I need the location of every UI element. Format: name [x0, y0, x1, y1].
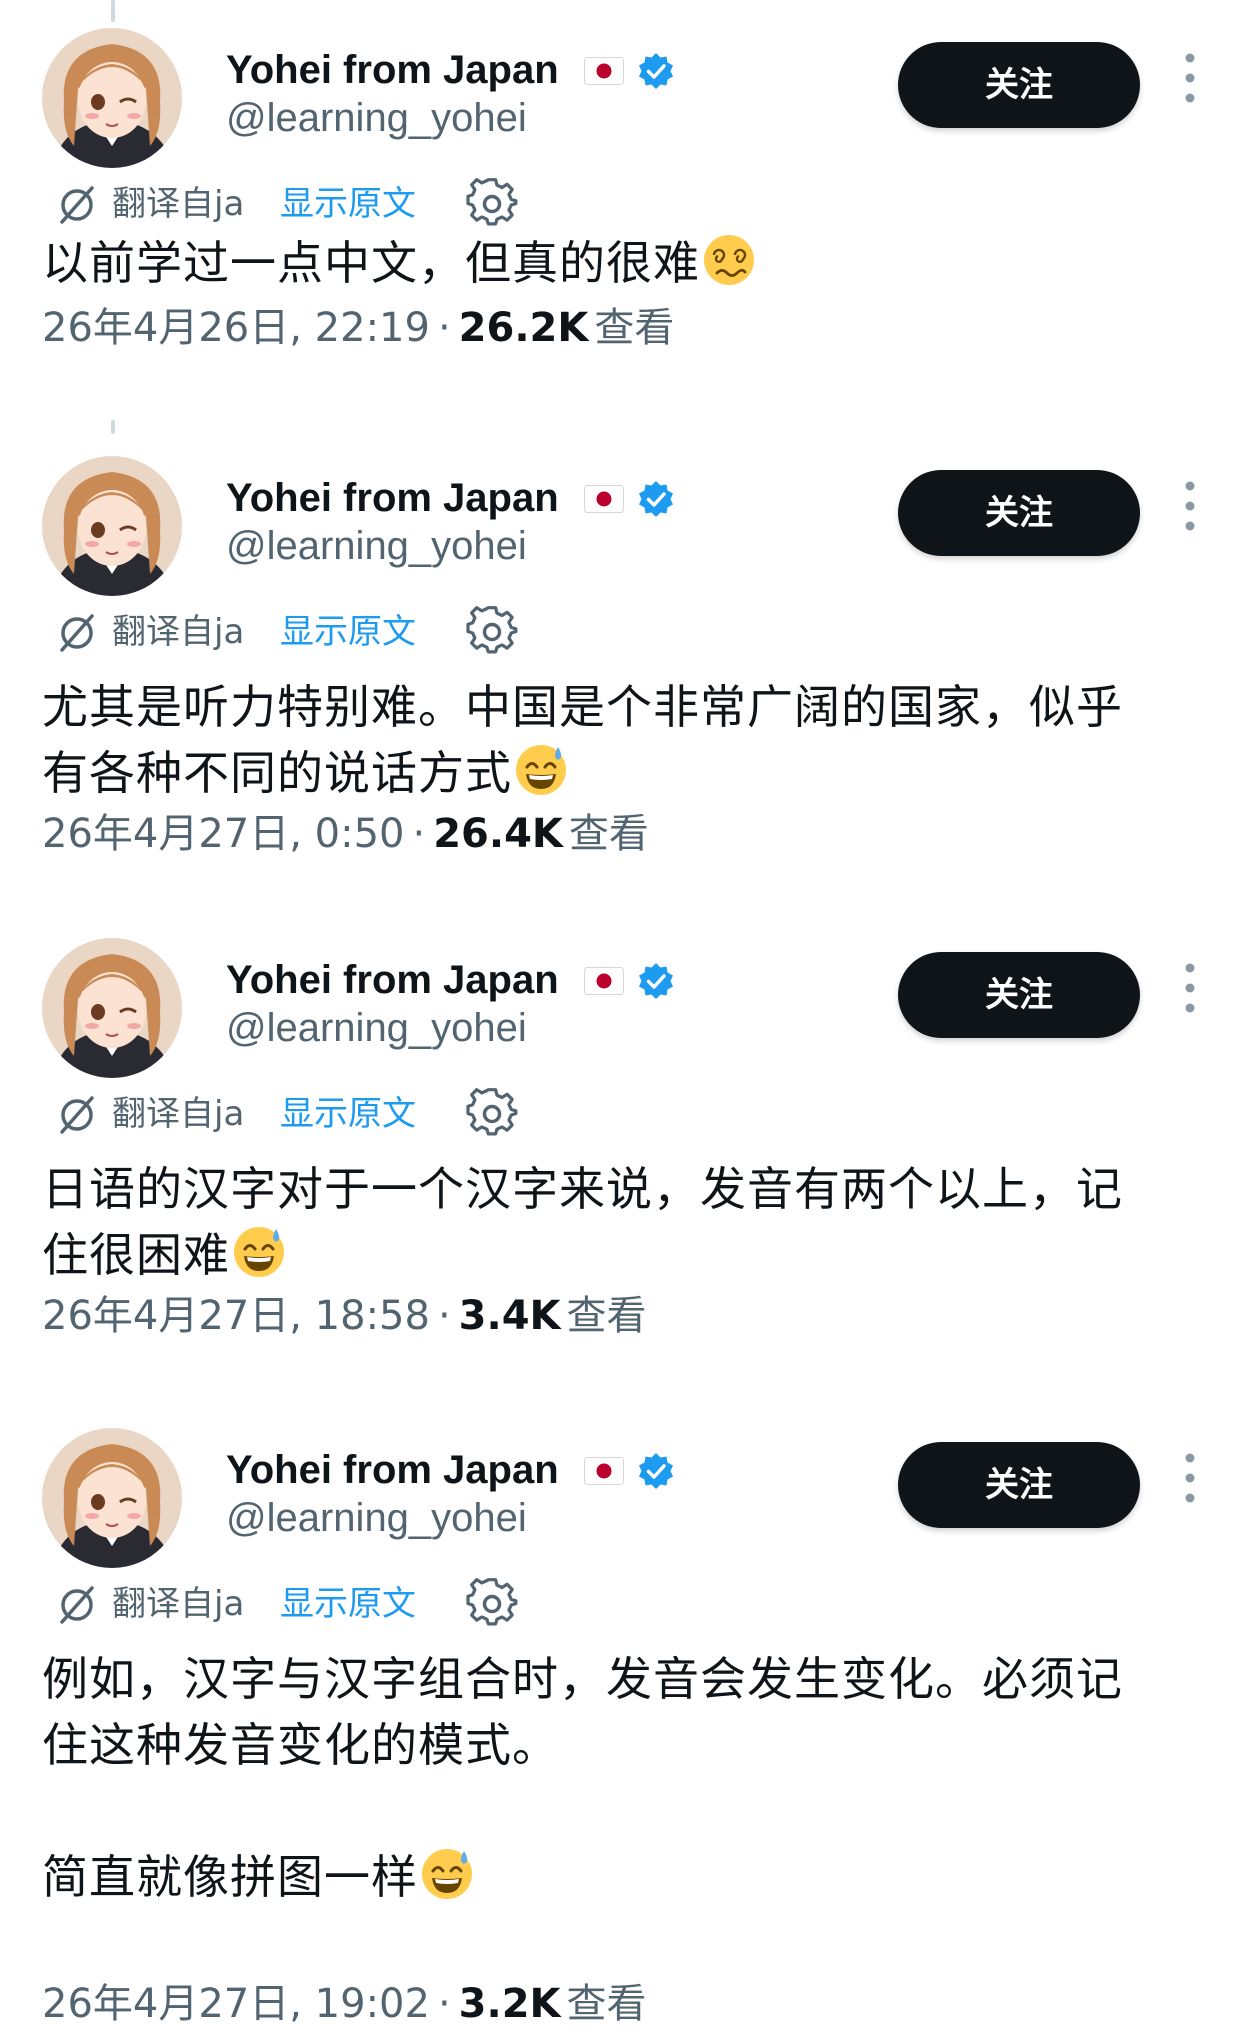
tweet-text-line: 有各种不同的说话方式 [42, 740, 1222, 806]
timestamp[interactable]: 26年4月27日, 18:58 [42, 1293, 430, 1339]
gear-icon[interactable] [466, 606, 518, 658]
gear-icon[interactable] [466, 1578, 518, 1630]
timestamp[interactable]: 26年4月27日, 0:50 [42, 811, 405, 857]
more-options-icon[interactable] [1178, 476, 1202, 536]
views-label: 查看 [566, 1981, 647, 2027]
verified-badge-icon [639, 1453, 673, 1489]
flag-japan-icon [584, 57, 624, 85]
handle[interactable]: @learning_yohei [226, 1004, 527, 1052]
view-count: 3.2K [458, 1981, 561, 2027]
translate-icon [60, 614, 94, 652]
avatar[interactable] [42, 456, 182, 596]
separator-dot: · [437, 1981, 451, 2027]
grinning-sweat-icon [234, 1227, 284, 1277]
tweet-meta: 26年4月27日, 19:02 · 3.2K 查看 [42, 1978, 647, 2030]
tweet-text-line: 尤其是听力特别难。中国是个非常广阔的国家，似乎 [42, 680, 1123, 734]
tweet-meta: 26年4月27日, 0:50 · 26.4K 查看 [42, 808, 649, 860]
tweet-text-line: 日语的汉字对于一个汉字来说，发音有两个以上，记 [42, 1162, 1123, 1216]
timestamp[interactable]: 26年4月26日, 22:19 [42, 305, 430, 351]
show-original-link[interactable]: 显示原文 [280, 608, 416, 656]
follow-button[interactable]: 关注 [898, 470, 1140, 556]
flag-japan-icon [584, 485, 624, 513]
handle[interactable]: @learning_yohei [226, 94, 527, 142]
views-label: 查看 [568, 811, 649, 857]
tweet-text: 尤其是听力特别难。中国是个非常广阔的国家，似乎 有各种不同的说话方式 [42, 674, 1222, 806]
views-label: 查看 [566, 1293, 647, 1339]
tweet[interactable]: Yohei from Japan @learning_yohei 关注 翻译自j… [0, 456, 1260, 936]
verified-badge-icon [639, 481, 673, 517]
gear-icon[interactable] [466, 178, 518, 230]
tweet-text-line: 例如，汉字与汉字组合时，发音会发生变化。必须记 [42, 1652, 1123, 1706]
tweet-text: 以前学过一点中文，但真的很难 [42, 230, 1222, 296]
verified-badge-icon [639, 53, 673, 89]
tweet-text: 例如，汉字与汉字组合时，发音会发生变化。必须记 住这种发音变化的模式。 简直就像… [42, 1646, 1222, 1910]
views-label: 查看 [594, 305, 675, 351]
show-original-link[interactable]: 显示原文 [280, 1580, 416, 1628]
thread-line [111, 0, 115, 22]
tweet-text-line: 住很困难 [42, 1222, 1222, 1288]
translation-bar: 翻译自ja 显示原文 [56, 1576, 656, 1632]
translation-bar: 翻译自ja 显示原文 [56, 1086, 656, 1142]
more-options-icon[interactable] [1178, 1448, 1202, 1508]
tweet-meta: 26年4月27日, 18:58 · 3.4K 查看 [42, 1290, 647, 1342]
timestamp[interactable]: 26年4月27日, 19:02 [42, 1981, 430, 2027]
grinning-sweat-icon [422, 1849, 472, 1899]
avatar[interactable] [42, 938, 182, 1078]
translated-from-label: 翻译自ja [112, 1094, 245, 1134]
view-count: 26.2K [458, 305, 589, 351]
translate-icon [60, 186, 94, 224]
translate-icon [60, 1096, 94, 1134]
more-options-icon[interactable] [1178, 48, 1202, 108]
follow-button[interactable]: 关注 [898, 952, 1140, 1038]
tweet-text-line: 住这种发音变化的模式。 [42, 1718, 559, 1772]
grinning-sweat-icon [516, 745, 566, 795]
display-name[interactable]: Yohei from Japan [226, 474, 559, 522]
display-name[interactable]: Yohei from Japan [226, 956, 559, 1004]
separator-dot: · [412, 811, 426, 857]
tweet-text: 日语的汉字对于一个汉字来说，发音有两个以上，记 住很困难 [42, 1156, 1222, 1288]
view-count: 3.4K [458, 1293, 561, 1339]
avatar[interactable] [42, 1428, 182, 1568]
follow-button[interactable]: 关注 [898, 42, 1140, 128]
tweet[interactable]: Yohei from Japan @learning_yohei 关注 翻译自j… [0, 938, 1260, 1418]
translation-bar: 翻译自ja 显示原文 [56, 604, 656, 660]
tweet-text-line: 以前学过一点中文，但真的很难 [42, 230, 1222, 296]
gear-icon[interactable] [466, 1088, 518, 1140]
view-count: 26.4K [433, 811, 563, 857]
tweet-meta: 26年4月26日, 22:19 · 26.2K 查看 [42, 302, 674, 354]
flag-japan-icon [584, 967, 624, 995]
more-options-icon[interactable] [1178, 958, 1202, 1018]
tweet-text-line: 简直就像拼图一样 [42, 1844, 1222, 1910]
handle[interactable]: @learning_yohei [226, 1494, 527, 1542]
show-original-link[interactable]: 显示原文 [280, 1090, 416, 1138]
flag-japan-icon [584, 1457, 624, 1485]
translated-from-label: 翻译自ja [112, 612, 245, 652]
display-name[interactable]: Yohei from Japan [226, 1446, 559, 1494]
separator-dot: · [437, 1293, 451, 1339]
display-name[interactable]: Yohei from Japan [226, 46, 559, 94]
avatar[interactable] [42, 28, 182, 168]
separator-dot: · [437, 305, 451, 351]
handle[interactable]: @learning_yohei [226, 522, 527, 570]
woozy-face-icon [704, 235, 754, 285]
translated-from-label: 翻译自ja [112, 184, 245, 224]
translate-icon [60, 1586, 94, 1624]
show-original-link[interactable]: 显示原文 [280, 180, 416, 228]
follow-button[interactable]: 关注 [898, 1442, 1140, 1528]
verified-badge-icon [639, 963, 673, 999]
translation-bar: 翻译自ja 显示原文 [56, 176, 656, 232]
tweet[interactable]: Yohei from Japan @learning_yohei 关注 翻译自j… [0, 28, 1260, 428]
tweet[interactable]: Yohei from Japan @learning_yohei 关注 翻译自j… [0, 1428, 1260, 2040]
translated-from-label: 翻译自ja [112, 1584, 245, 1624]
